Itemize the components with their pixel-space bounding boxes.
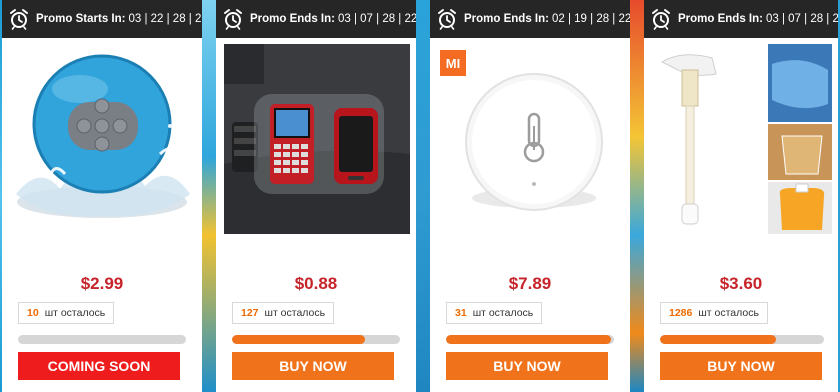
stock-count: 10 <box>27 307 39 319</box>
product-price: $3.60 <box>719 274 763 293</box>
background-stripe <box>202 0 216 392</box>
promo-header: Promo Ends In: 03 | 07 | 28 | 22 <box>644 0 838 38</box>
sold-progress-fill <box>232 335 365 344</box>
buy-now-button[interactable]: BUY NOW <box>660 352 822 380</box>
promo-countdown: 02 | 19 | 28 | 22 <box>551 13 630 25</box>
coming-soon-button[interactable]: COMING SOON <box>18 352 180 380</box>
stock-label: шт осталось <box>472 307 534 319</box>
promo-header: Promo Ends In: 02 | 19 | 28 | 22 <box>430 0 630 38</box>
product-image[interactable] <box>224 44 410 234</box>
stock-label: шт осталось <box>264 307 326 319</box>
product-price: $0.88 <box>294 274 338 293</box>
promo-header: Promo Ends In: 03 | 07 | 28 | 22 <box>216 0 416 38</box>
sold-progress-bar <box>660 335 824 344</box>
stock-count: 1286 <box>669 307 693 319</box>
promo-countdown: 03 | 07 | 28 | 22 <box>765 13 838 25</box>
stock-count: 127 <box>241 307 259 319</box>
stock-remaining: 1286 шт осталось <box>660 302 768 324</box>
product-card[interactable]: Promo Starts In: 03 | 22 | 28 | 22 $2.99… <box>2 0 202 392</box>
stock-remaining: 127 шт осталось <box>232 302 335 324</box>
alarm-clock-icon <box>650 8 672 30</box>
stock-label: шт осталось <box>44 307 106 319</box>
promo-label: Promo Ends In: <box>250 13 335 25</box>
buy-now-button[interactable]: BUY NOW <box>446 352 608 380</box>
stock-count: 31 <box>455 307 467 319</box>
sold-progress-bar <box>446 335 614 344</box>
background-stripe <box>416 0 430 392</box>
drink-dispenser-image <box>660 44 832 234</box>
promo-countdown: 03 | 07 | 28 | 22 <box>337 13 416 25</box>
alarm-clock-icon <box>222 8 244 30</box>
alarm-clock-icon <box>436 8 458 30</box>
product-image[interactable] <box>10 44 196 234</box>
promo-label: Promo Ends In: <box>464 13 549 25</box>
sold-progress-fill <box>446 335 611 344</box>
sold-progress-fill <box>660 335 777 344</box>
product-image[interactable] <box>652 44 832 234</box>
promo-label: Promo Ends In: <box>678 13 763 25</box>
product-price: $2.99 <box>80 274 124 293</box>
product-image[interactable]: MI <box>438 44 624 234</box>
phone-mat-image <box>224 44 410 234</box>
background-stripe <box>628 0 644 392</box>
sold-progress-bar <box>18 335 186 344</box>
product-card[interactable]: Promo Ends In: 03 | 07 | 28 | 22 $0.88 1… <box>216 0 416 392</box>
stock-label: шт осталось <box>698 307 759 319</box>
brand-logo-text: MI <box>445 55 461 71</box>
mi-logo: MI <box>440 50 466 76</box>
promo-header: Promo Starts In: 03 | 22 | 28 | 22 <box>2 0 202 38</box>
stock-remaining: 31 шт осталось <box>446 302 543 324</box>
product-card[interactable]: Promo Ends In: 03 | 07 | 28 | 22 $3.60 1… <box>644 0 838 392</box>
alarm-clock-icon <box>8 8 30 30</box>
product-price: $7.89 <box>508 274 552 293</box>
promo-label: Promo Starts In: <box>36 13 126 25</box>
buy-now-button[interactable]: BUY NOW <box>232 352 394 380</box>
product-card[interactable]: Promo Ends In: 02 | 19 | 28 | 22 MI $7.8… <box>430 0 630 392</box>
bluetooth-speaker-image <box>16 54 190 218</box>
stock-remaining: 10 шт осталось <box>18 302 115 324</box>
sold-progress-bar <box>232 335 400 344</box>
promo-countdown: 03 | 22 | 28 | 22 <box>128 13 202 25</box>
